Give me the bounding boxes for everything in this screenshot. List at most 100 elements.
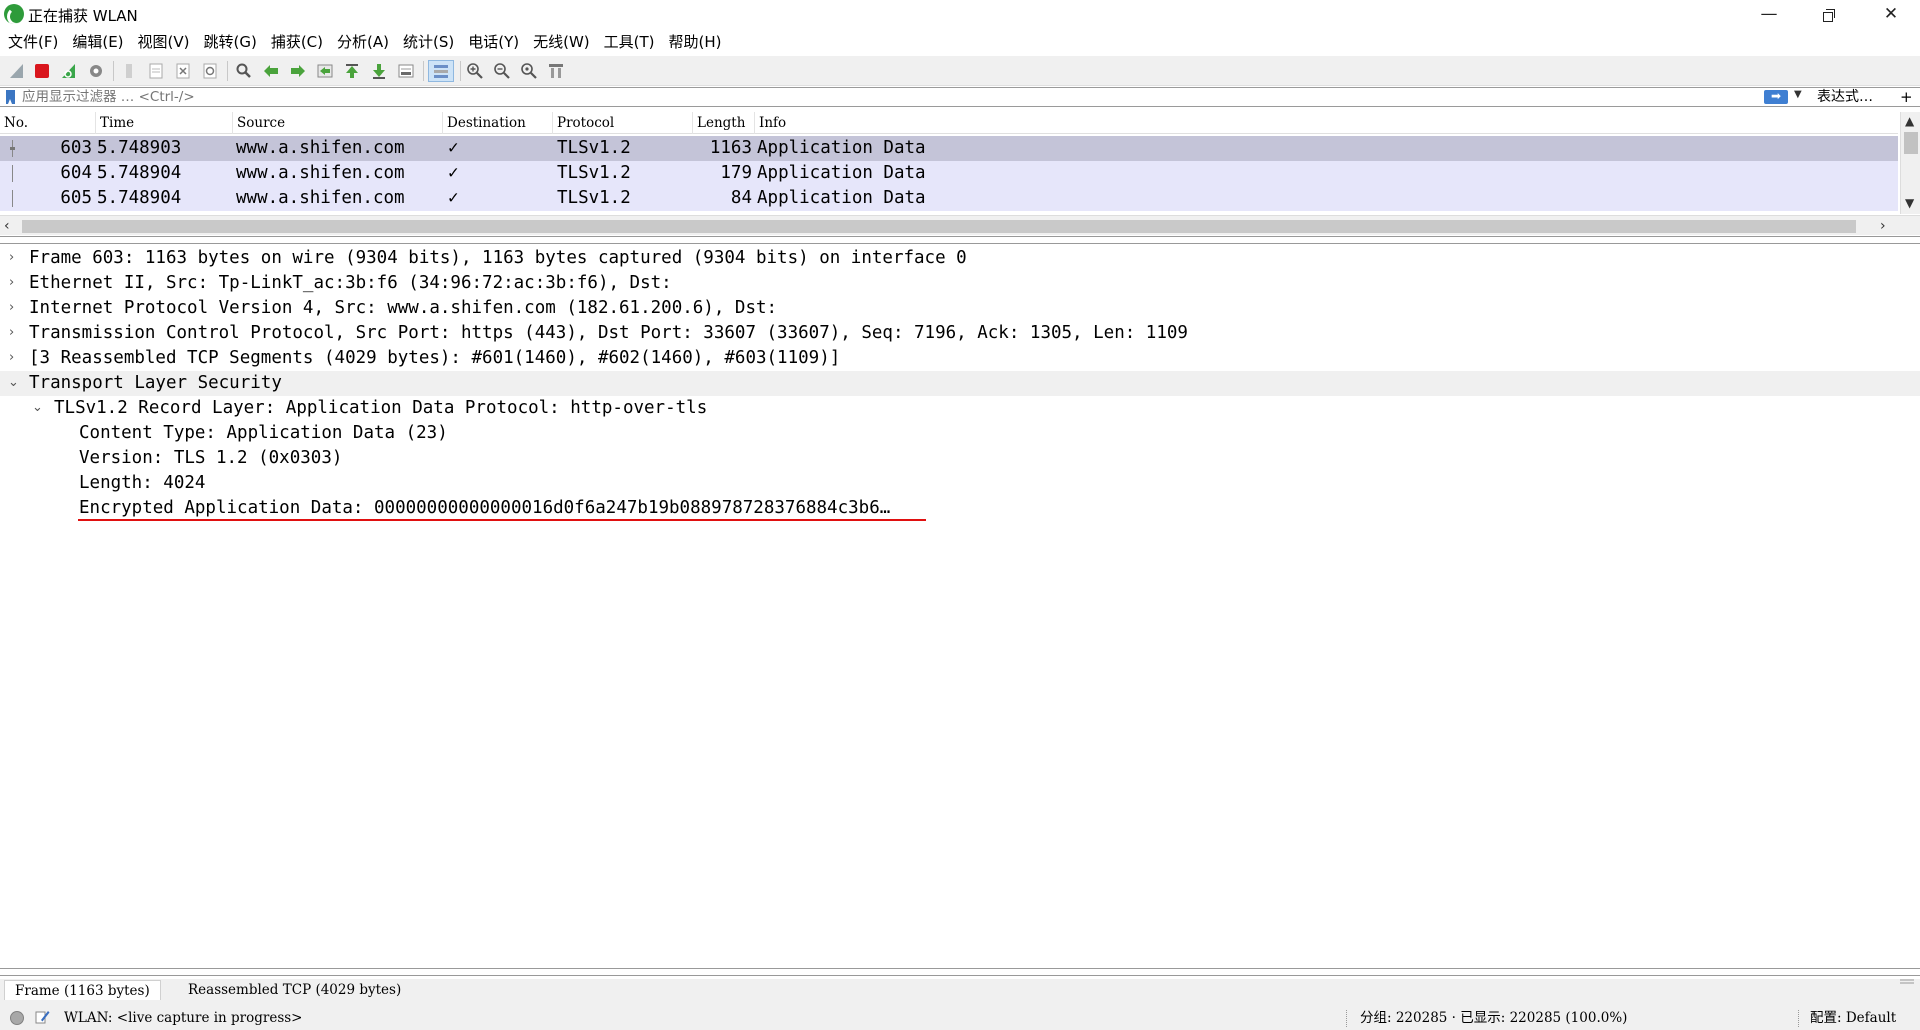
chevron-right-icon[interactable]: › bbox=[9, 246, 23, 271]
expert-info-icon[interactable] bbox=[10, 1011, 24, 1025]
packet-details-tree: › Frame 603: 1163 bytes on wire (9304 bi… bbox=[0, 243, 1920, 969]
tree-item-ethernet[interactable]: › Ethernet II, Src: Tp-LinkT_ac:3b:f6 (3… bbox=[0, 271, 1920, 296]
packet-count-text: 分组: 220285 · 已显示: 220285 (100.0%) bbox=[1360, 1010, 1628, 1026]
open-file-icon[interactable] bbox=[118, 60, 140, 82]
reload-file-icon[interactable] bbox=[199, 60, 221, 82]
menu-wireless[interactable]: 无线(W) bbox=[526, 31, 597, 55]
stop-capture-icon[interactable] bbox=[31, 60, 53, 82]
column-destination[interactable]: Destination bbox=[443, 112, 553, 134]
chevron-right-icon[interactable]: › bbox=[1880, 216, 1886, 236]
chevron-right-icon[interactable]: › bbox=[9, 321, 23, 346]
capture-comment-icon[interactable] bbox=[34, 1009, 50, 1025]
column-time[interactable]: Time bbox=[96, 112, 233, 134]
packet-time: 5.748904 bbox=[97, 163, 182, 183]
tree-item-content-type[interactable]: Content Type: Application Data (23) bbox=[0, 421, 1920, 446]
chevron-down-icon[interactable]: ⌄ bbox=[32, 396, 46, 421]
zoom-out-icon[interactable] bbox=[491, 60, 513, 82]
packet-row[interactable]: 604 5.748904 www.a.shifen.com ✓ TLSv1.2 … bbox=[0, 161, 1898, 186]
zoom-normal-icon[interactable] bbox=[518, 60, 540, 82]
packet-row[interactable]: 605 5.748904 www.a.shifen.com ✓ TLSv1.2 … bbox=[0, 186, 1898, 211]
chevron-up-icon[interactable]: ▲ bbox=[1905, 114, 1914, 128]
status-bar: WLAN: <live capture in progress> 分组: 220… bbox=[0, 1007, 1920, 1030]
bookmark-icon[interactable] bbox=[6, 90, 15, 104]
splitter-grip-icon[interactable] bbox=[1900, 977, 1914, 987]
packet-row[interactable]: 603 5.748903 www.a.shifen.com ✓ TLSv1.2 … bbox=[0, 136, 1898, 161]
menu-help[interactable]: 帮助(H) bbox=[662, 31, 729, 55]
find-packet-icon[interactable] bbox=[233, 60, 255, 82]
packet-list-vertical-scrollbar[interactable]: ▲ ▼ bbox=[1900, 112, 1920, 214]
go-to-packet-icon[interactable] bbox=[314, 60, 336, 82]
chevron-down-icon[interactable]: ▼ bbox=[1794, 89, 1802, 100]
add-filter-button[interactable]: + bbox=[1900, 88, 1913, 106]
scrollbar-thumb[interactable] bbox=[1904, 132, 1918, 154]
tree-item-encrypted-data[interactable]: Encrypted Application Data: 000000000000… bbox=[0, 496, 1920, 521]
restart-capture-icon[interactable] bbox=[58, 60, 80, 82]
chevron-right-icon[interactable]: › bbox=[9, 296, 23, 321]
tree-item-label: Frame 603: 1163 bytes on wire (9304 bits… bbox=[29, 248, 967, 268]
display-filter-input[interactable] bbox=[22, 88, 1752, 106]
menu-telephony[interactable]: 电话(Y) bbox=[461, 31, 526, 55]
expression-button[interactable]: 表达式… bbox=[1817, 88, 1873, 106]
shark-fin-start-icon[interactable] bbox=[6, 60, 28, 82]
packet-info: Application Data bbox=[757, 163, 926, 183]
packet-list-horizontal-scrollbar[interactable]: ‹ › bbox=[0, 215, 1920, 235]
tree-item-tcp[interactable]: › Transmission Control Protocol, Src Por… bbox=[0, 321, 1920, 346]
tree-item-frame[interactable]: › Frame 603: 1163 bytes on wire (9304 bi… bbox=[0, 246, 1920, 271]
menu-edit[interactable]: 编辑(E) bbox=[65, 31, 130, 55]
chevron-down-icon[interactable]: ▼ bbox=[1905, 196, 1914, 210]
resize-columns-icon[interactable] bbox=[545, 60, 567, 82]
auto-scroll-icon[interactable] bbox=[395, 60, 417, 82]
menu-go[interactable]: 跳转(G) bbox=[197, 31, 264, 55]
close-button[interactable]: ✕ bbox=[1862, 0, 1920, 30]
zoom-in-icon[interactable] bbox=[464, 60, 486, 82]
column-info[interactable]: Info bbox=[755, 112, 1898, 134]
apply-filter-button[interactable]: ➡ bbox=[1764, 90, 1788, 104]
wireshark-window: 正在捕获 WLAN — ✕ 文件(F) 编辑(E) 视图(V) 跳转(G) 捕获… bbox=[0, 0, 1920, 1030]
capture-options-icon[interactable] bbox=[85, 60, 107, 82]
tree-item-tls[interactable]: ⌄ Transport Layer Security bbox=[0, 371, 1920, 396]
menu-file[interactable]: 文件(F) bbox=[8, 31, 65, 55]
tree-item-length[interactable]: Length: 4024 bbox=[0, 471, 1920, 496]
tree-item-reassembled[interactable]: › [3 Reassembled TCP Segments (4029 byte… bbox=[0, 346, 1920, 371]
packet-source: www.a.shifen.com bbox=[236, 188, 405, 208]
column-protocol[interactable]: Protocol bbox=[553, 112, 693, 134]
go-forward-icon[interactable] bbox=[287, 60, 309, 82]
save-file-icon[interactable] bbox=[145, 60, 167, 82]
go-last-icon[interactable] bbox=[368, 60, 390, 82]
packet-protocol: TLSv1.2 bbox=[557, 138, 631, 158]
packet-time: 5.748904 bbox=[97, 188, 182, 208]
column-no[interactable]: No. bbox=[0, 112, 96, 134]
tree-item-ip[interactable]: › Internet Protocol Version 4, Src: www.… bbox=[0, 296, 1920, 321]
scrollbar-thumb[interactable] bbox=[22, 220, 1856, 233]
colorize-icon[interactable] bbox=[428, 60, 454, 82]
tree-item-tls-record[interactable]: ⌄ TLSv1.2 Record Layer: Application Data… bbox=[0, 396, 1920, 421]
profile-text[interactable]: 配置: Default bbox=[1810, 1007, 1896, 1030]
tab-reassembled-tcp[interactable]: Reassembled TCP (4029 bytes) bbox=[178, 980, 411, 1000]
column-length[interactable]: Length bbox=[693, 112, 755, 134]
tree-item-label: Content Type: Application Data (23) bbox=[79, 423, 448, 443]
go-first-icon[interactable] bbox=[341, 60, 363, 82]
chevron-down-icon[interactable]: ⌄ bbox=[8, 371, 22, 396]
chevron-right-icon[interactable]: › bbox=[9, 271, 23, 296]
restore-button[interactable] bbox=[1800, 0, 1858, 30]
menu-capture[interactable]: 捕获(C) bbox=[264, 31, 330, 55]
packet-no: 604 bbox=[60, 163, 92, 183]
minimize-button[interactable]: — bbox=[1740, 0, 1798, 30]
column-source[interactable]: Source bbox=[233, 112, 443, 134]
chevron-left-icon[interactable]: ‹ bbox=[4, 216, 10, 236]
red-underline-annotation bbox=[78, 519, 926, 521]
menu-analyze[interactable]: 分析(A) bbox=[330, 31, 396, 55]
tree-item-label: TLSv1.2 Record Layer: Application Data P… bbox=[54, 398, 708, 418]
close-file-icon[interactable] bbox=[172, 60, 194, 82]
tab-frame-bytes[interactable]: Frame (1163 bytes) bbox=[4, 980, 161, 1000]
go-back-icon[interactable] bbox=[260, 60, 282, 82]
tree-item-version[interactable]: Version: TLS 1.2 (0x0303) bbox=[0, 446, 1920, 471]
menu-tools[interactable]: 工具(T) bbox=[597, 31, 662, 55]
menu-statistics[interactable]: 统计(S) bbox=[396, 31, 461, 55]
tree-item-label: Transport Layer Security bbox=[29, 373, 282, 393]
bytes-pane-tabs: Frame (1163 bytes) Reassembled TCP (4029… bbox=[0, 975, 1920, 1007]
chevron-right-icon[interactable]: › bbox=[9, 346, 23, 371]
packet-no: 605 bbox=[60, 188, 92, 208]
tree-item-label: Ethernet II, Src: Tp-LinkT_ac:3b:f6 (34:… bbox=[29, 273, 672, 293]
menu-view[interactable]: 视图(V) bbox=[131, 31, 197, 55]
